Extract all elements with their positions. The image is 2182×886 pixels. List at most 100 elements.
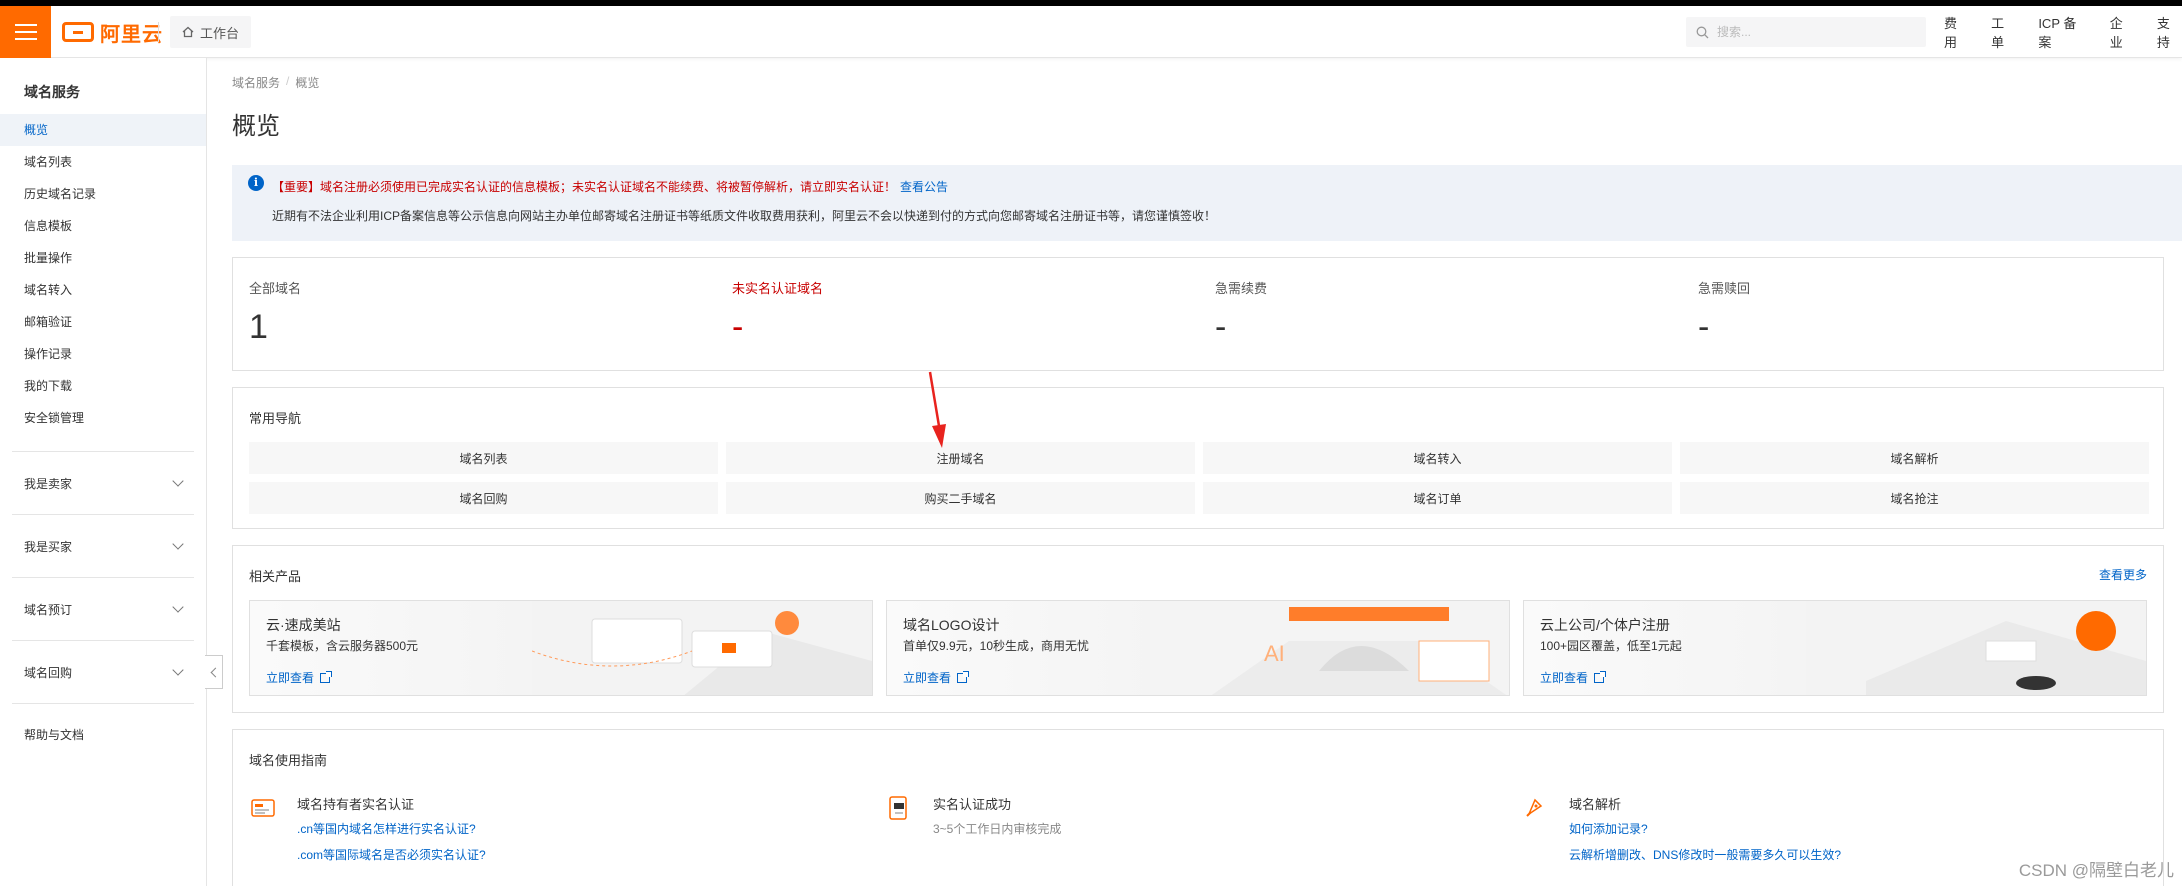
stat-all-domains: 全部域名 1	[233, 258, 713, 372]
view-announcement-link[interactable]: 查看公告	[900, 180, 948, 194]
chevron-down-icon	[172, 601, 184, 613]
sidebar-group-buyer[interactable]: 我是买家	[12, 514, 194, 577]
nav-domain-list-button[interactable]: 域名列表	[249, 442, 718, 474]
page-title: 概览	[232, 113, 280, 140]
product-name: 域名LOGO设计	[903, 617, 1000, 633]
common-nav-title: 常用导航	[249, 411, 302, 426]
external-link-icon	[957, 670, 970, 683]
group-label: 我是买家	[24, 539, 73, 554]
sidebar-menu: 概览 域名列表 历史域名记录 信息模板 批量操作 域名转入 邮箱验证 操作记录 …	[0, 114, 206, 434]
menu-icon[interactable]	[0, 6, 51, 58]
stat-label: 急需续费	[1215, 281, 1268, 296]
notice-fraud-warning: 近期有不法企业利用ICP备案信息等公示信息向网站主办单位邮寄域名注册证书等纸质文…	[272, 209, 1217, 223]
sidebar-group-seller[interactable]: 我是卖家	[12, 451, 194, 514]
top-nav: 费用 工单 ICP 备案 企业 支持	[1944, 6, 2182, 58]
product-view-link[interactable]: 立即查看	[903, 669, 970, 686]
watermark-text: CSDN @隔壁白老儿	[2018, 861, 2174, 880]
nav-register-domain-button[interactable]: 注册域名	[726, 442, 1195, 474]
sidebar-item-email-verify[interactable]: 邮箱验证	[0, 306, 206, 338]
aliyun-logo[interactable]: 阿里云	[62, 20, 163, 46]
product-desc: 千套模板，含云服务器500元	[266, 639, 419, 653]
stat-value: -	[1698, 308, 1710, 346]
nav-fees[interactable]: 费用	[1944, 13, 1969, 51]
guide-link[interactable]: .cn等国内域名怎样进行实名认证?	[297, 820, 476, 837]
nav-transfer-in-button[interactable]: 域名转入	[1203, 442, 1672, 474]
search-box[interactable]	[1686, 17, 1926, 47]
group-label: 域名预订	[24, 602, 73, 617]
notice-important: 【重要】域名注册必须使用已完成实名认证的信息模板；未实名认证域名不能续费、将被暂…	[272, 178, 948, 195]
breadcrumb-item: 概览	[295, 76, 320, 90]
search-input[interactable]	[1717, 25, 1897, 39]
aliyun-logo-icon	[62, 22, 94, 42]
verified-card-icon	[889, 796, 907, 820]
chevron-down-icon	[172, 664, 184, 676]
nav-tickets[interactable]: 工单	[1991, 13, 2016, 51]
info-icon: i	[248, 175, 264, 191]
chevron-down-icon	[172, 538, 184, 550]
sidebar-item-domain-list[interactable]: 域名列表	[0, 146, 206, 178]
sidebar-item-security-lock[interactable]: 安全锁管理	[0, 402, 206, 434]
sidebar-title: 域名服务	[24, 84, 80, 100]
group-label: 我是卖家	[24, 476, 73, 491]
product-name: 云·速成美站	[266, 617, 341, 633]
sidebar-group-buyback[interactable]: 域名回购	[12, 640, 194, 703]
rocket-icon	[1526, 798, 1543, 817]
nav-icp[interactable]: ICP 备案	[2038, 13, 2087, 51]
logo-text: 阿里云	[100, 23, 163, 46]
sidebar-item-templates[interactable]: 信息模板	[0, 210, 206, 242]
product-desc: 100+园区覆盖，低至1元起	[1540, 639, 1682, 653]
stat-redeem-urgent: 急需赎回 -	[1682, 258, 2162, 372]
product-link-label: 立即查看	[266, 671, 315, 685]
workbench-label: 工作台	[200, 25, 240, 41]
product-view-link[interactable]: 立即查看	[266, 669, 333, 686]
stat-unverified-domains: 未实名认证域名 -	[716, 258, 1196, 372]
annotation-arrow-icon	[928, 371, 946, 448]
product-company-registration[interactable]: 云上公司/个体户注册 100+园区覆盖，低至1元起 立即查看	[1523, 600, 2147, 696]
related-products-title: 相关产品	[249, 569, 302, 584]
notice-important-text: 【重要】域名注册必须使用已完成实名认证的信息模板；未实名认证域名不能续费、将被暂…	[272, 180, 897, 194]
help-docs-link[interactable]: 帮助与文档	[24, 726, 84, 743]
breadcrumb-item[interactable]: 域名服务	[232, 74, 280, 91]
nav-dns-button[interactable]: 域名解析	[1680, 442, 2149, 474]
product-logo-design[interactable]: AI 域名LOGO设计 首单仅9.9元，10秒生成，商用无忧 立即查看	[886, 600, 1510, 696]
related-products-card: 相关产品 查看更多 云·速成美站 千套模板，含云服务器500元 立即查看 AI …	[232, 545, 2164, 713]
breadcrumb-separator: /	[286, 74, 290, 88]
nav-buy-secondhand-button[interactable]: 购买二手域名	[726, 482, 1195, 514]
home-icon	[182, 26, 194, 38]
sidebar-item-overview[interactable]: 概览	[0, 114, 206, 146]
workbench-button[interactable]: 工作台	[170, 16, 252, 48]
product-desc: 首单仅9.9元，10秒生成，商用无忧	[903, 639, 1090, 653]
common-nav-card: 常用导航 域名列表 注册域名 域名转入 域名解析 域名回购 购买二手域名 域名订…	[232, 387, 2164, 529]
nav-enterprise[interactable]: 企业	[2110, 13, 2135, 51]
product-view-link[interactable]: 立即查看	[1540, 669, 1607, 686]
stat-value[interactable]: 1	[249, 308, 268, 347]
notice-banner: i 【重要】域名注册必须使用已完成实名认证的信息模板；未实名认证域名不能续费、将…	[232, 165, 2182, 241]
nav-backorder-button[interactable]: 域名抢注	[1680, 482, 2149, 514]
guide-link[interactable]: 如何添加记录?	[1569, 820, 1648, 837]
domain-guide-card: 域名使用指南 域名持有者实名认证 .cn等国内域名怎样进行实名认证? .com等…	[232, 729, 2164, 886]
product-illustration	[532, 601, 872, 695]
guide-col-title: 实名认证成功	[933, 797, 1012, 812]
sidebar-item-downloads[interactable]: 我的下载	[0, 370, 206, 402]
view-more-link[interactable]: 查看更多	[2099, 566, 2147, 583]
external-link-icon	[1594, 670, 1607, 683]
sidebar-item-transfer-in[interactable]: 域名转入	[0, 274, 206, 306]
svg-text:AI: AI	[1264, 641, 1285, 666]
nav-buyback-button[interactable]: 域名回购	[249, 482, 718, 514]
guide-link[interactable]: .com等国际域名是否必须实名认证?	[297, 846, 486, 863]
sidebar: 域名服务 概览 域名列表 历史域名记录 信息模板 批量操作 域名转入 邮箱验证 …	[0, 58, 207, 886]
stat-label: 未实名认证域名	[732, 281, 824, 296]
sidebar-group-preorder[interactable]: 域名预订	[12, 577, 194, 640]
sidebar-item-history[interactable]: 历史域名记录	[0, 178, 206, 210]
guide-link[interactable]: 云解析增删改、DNS修改时一般需要多久可以生效?	[1569, 846, 1841, 863]
nav-orders-button[interactable]: 域名订单	[1203, 482, 1672, 514]
nav-support[interactable]: 支持	[2157, 13, 2182, 51]
sidebar-collapse-button[interactable]	[205, 655, 223, 689]
product-link-label: 立即查看	[903, 671, 952, 685]
group-label: 域名回购	[24, 665, 73, 680]
header-divider	[158, 22, 159, 42]
product-illustration	[1806, 601, 2146, 695]
sidebar-item-op-log[interactable]: 操作记录	[0, 338, 206, 370]
product-quick-site[interactable]: 云·速成美站 千套模板，含云服务器500元 立即查看	[249, 600, 873, 696]
sidebar-item-batch[interactable]: 批量操作	[0, 242, 206, 274]
